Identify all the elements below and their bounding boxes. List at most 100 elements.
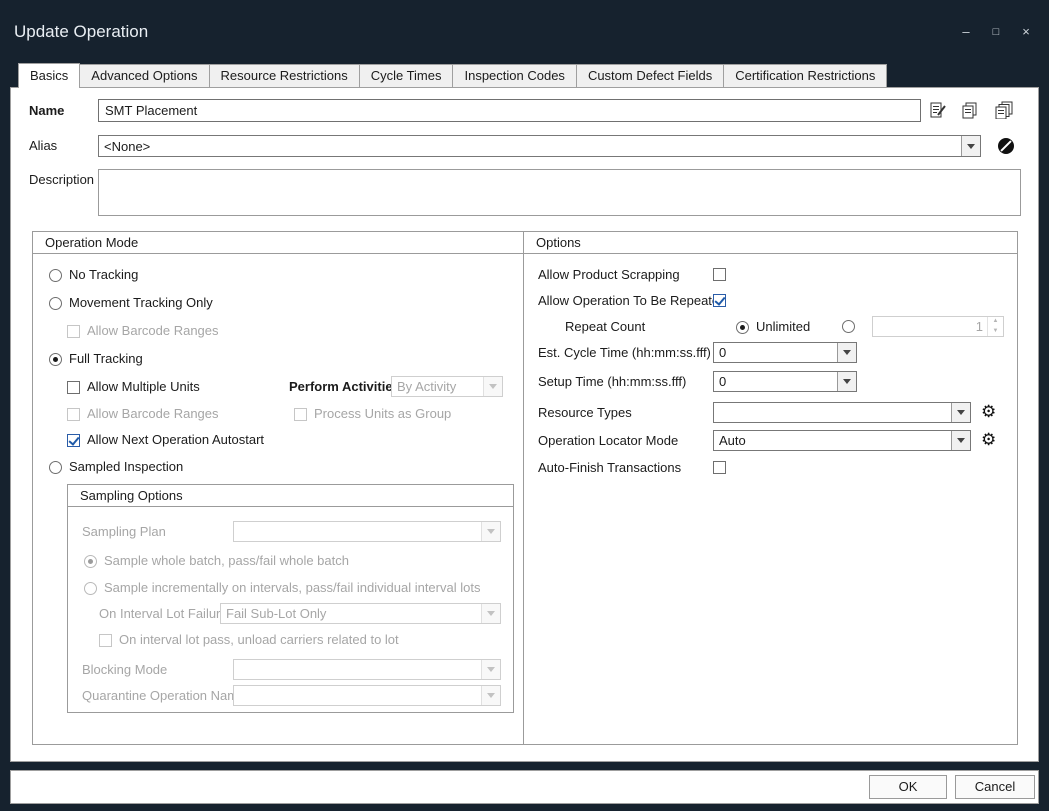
copy-page-icon[interactable] (961, 101, 979, 119)
radio-label: Sample whole batch, pass/fail whole batc… (104, 553, 349, 569)
resource-types-combo[interactable] (713, 402, 971, 423)
operation-locator-mode-dropdown-button[interactable] (951, 431, 970, 450)
operation-mode-group-title: Operation Mode (33, 232, 523, 254)
allow-product-scrapping-label: Allow Product Scrapping (538, 267, 680, 283)
checkbox-allow-multiple-units[interactable]: Allow Multiple Units (67, 379, 200, 395)
perform-activities-combo (391, 376, 503, 397)
radio-label[interactable]: Unlimited (756, 319, 810, 335)
perform-activities-dropdown-button (483, 377, 502, 396)
tab-resource-restrictions[interactable]: Resource Restrictions (209, 64, 360, 88)
sampling-plan-label: Sampling Plan (82, 524, 166, 540)
est-cycle-time-label: Est. Cycle Time (hh:mm:ss.fff) (538, 345, 711, 361)
radio-repeat-unlimited[interactable]: Unlimited (736, 319, 810, 335)
radio-movement-tracking-only[interactable]: Movement Tracking Only (49, 295, 213, 311)
sampling-plan-input (234, 522, 481, 541)
chevron-down-icon (843, 379, 851, 384)
tab-basics[interactable]: Basics (18, 63, 80, 88)
sampling-options-group-title: Sampling Options (68, 485, 513, 507)
radio-label: Sample incrementally on intervals, pass/… (104, 580, 480, 596)
resource-types-dropdown-button[interactable] (951, 403, 970, 422)
alias-combo[interactable] (98, 135, 981, 157)
chevron-down-icon (487, 529, 495, 534)
radio-label[interactable]: Movement Tracking Only (69, 295, 213, 311)
radio-icon[interactable] (49, 297, 62, 310)
checkbox-icon (67, 408, 80, 421)
radio-icon[interactable] (49, 353, 62, 366)
radio-label[interactable]: Full Tracking (69, 351, 143, 367)
spinner-buttons: ▲ ▼ (987, 317, 1003, 336)
window-title: Update Operation (14, 22, 148, 42)
options-group-title: Options (524, 232, 1017, 254)
window-controls: – □ × (959, 25, 1033, 39)
radio-no-tracking[interactable]: No Tracking (49, 267, 138, 283)
allow-product-scrapping-checkbox[interactable] (713, 268, 726, 281)
tab-cycle-times[interactable]: Cycle Times (359, 64, 454, 88)
radio-label[interactable]: No Tracking (69, 267, 138, 283)
est-cycle-time-dropdown-button[interactable] (837, 343, 856, 362)
description-input[interactable] (98, 169, 1021, 216)
alias-dropdown-button[interactable] (961, 136, 980, 156)
maximize-button[interactable]: □ (989, 25, 1003, 39)
checkbox-process-units-as-group: Process Units as Group (294, 406, 451, 422)
tab-certification-restrictions[interactable]: Certification Restrictions (723, 64, 887, 88)
checkbox-allow-next-operation-autostart[interactable]: Allow Next Operation Autostart (67, 432, 264, 448)
name-input[interactable] (98, 99, 921, 122)
chevron-down-icon (487, 667, 495, 672)
perform-activities-input (392, 377, 483, 396)
radio-label[interactable]: Sampled Inspection (69, 459, 183, 475)
tab-inspection-codes[interactable]: Inspection Codes (452, 64, 576, 88)
setup-time-dropdown-button[interactable] (837, 372, 856, 391)
spin-up-icon: ▲ (988, 317, 1003, 327)
radio-sampled-inspection[interactable]: Sampled Inspection (49, 459, 183, 475)
radio-icon[interactable] (49, 461, 62, 474)
minimize-button[interactable]: – (959, 25, 973, 39)
quarantine-operation-name-combo (233, 685, 501, 706)
operation-locator-mode-combo[interactable] (713, 430, 971, 451)
checkbox-icon (99, 634, 112, 647)
copy-all-icon[interactable] (995, 101, 1013, 119)
resource-types-input[interactable] (714, 403, 951, 422)
alias-input[interactable] (99, 136, 961, 156)
setup-time-input[interactable] (714, 372, 837, 391)
chevron-down-icon (957, 438, 965, 443)
tab-custom-defect-fields[interactable]: Custom Defect Fields (576, 64, 724, 88)
operation-locator-mode-gear-icon[interactable]: ⚙ (981, 431, 996, 449)
checkbox-label[interactable]: Allow Multiple Units (87, 379, 200, 395)
radio-repeat-count[interactable] (842, 320, 855, 333)
allow-operation-to-be-repeated-label: Allow Operation To Be Repeated (538, 293, 726, 309)
on-interval-lot-failure-input (221, 604, 481, 623)
checkbox-icon (67, 325, 80, 338)
radio-icon[interactable] (736, 321, 749, 334)
allow-operation-to-be-repeated-checkbox[interactable] (713, 294, 726, 307)
basics-tab-panel: Name Alias Description Operation Mode No… (10, 87, 1039, 762)
est-cycle-time-combo[interactable] (713, 342, 857, 363)
auto-finish-transactions-checkbox[interactable] (713, 461, 726, 474)
chevron-down-icon (489, 384, 497, 389)
operation-locator-mode-label: Operation Locator Mode (538, 433, 678, 449)
ok-button[interactable]: OK (869, 775, 947, 799)
tab-advanced-options[interactable]: Advanced Options (79, 64, 209, 88)
checkbox-icon (294, 408, 307, 421)
sampling-options-group: Sampling Options Sampling Plan Sample wh… (67, 484, 514, 713)
setup-time-combo[interactable] (713, 371, 857, 392)
repeat-count-input (873, 317, 987, 336)
checkbox-label[interactable]: Allow Next Operation Autostart (87, 432, 264, 448)
repeat-count-spinner: ▲ ▼ (872, 316, 1004, 337)
est-cycle-time-input[interactable] (714, 343, 837, 362)
tab-strip: Basics Advanced Options Resource Restric… (18, 64, 887, 88)
edit-form-icon[interactable] (929, 101, 947, 119)
clear-alias-icon[interactable] (998, 138, 1014, 154)
radio-sample-incrementally: Sample incrementally on intervals, pass/… (84, 580, 480, 596)
checkbox-icon[interactable] (67, 434, 80, 447)
checkbox-icon[interactable] (67, 381, 80, 394)
operation-locator-mode-input[interactable] (714, 431, 951, 450)
name-label: Name (29, 103, 64, 119)
radio-full-tracking[interactable]: Full Tracking (49, 351, 143, 367)
resource-types-gear-icon[interactable]: ⚙ (981, 403, 996, 421)
close-button[interactable]: × (1019, 25, 1033, 39)
repeat-count-label: Repeat Count (565, 319, 645, 335)
quarantine-operation-name-input (234, 686, 481, 705)
resource-types-label: Resource Types (538, 405, 632, 421)
cancel-button[interactable]: Cancel (955, 775, 1035, 799)
radio-icon[interactable] (49, 269, 62, 282)
